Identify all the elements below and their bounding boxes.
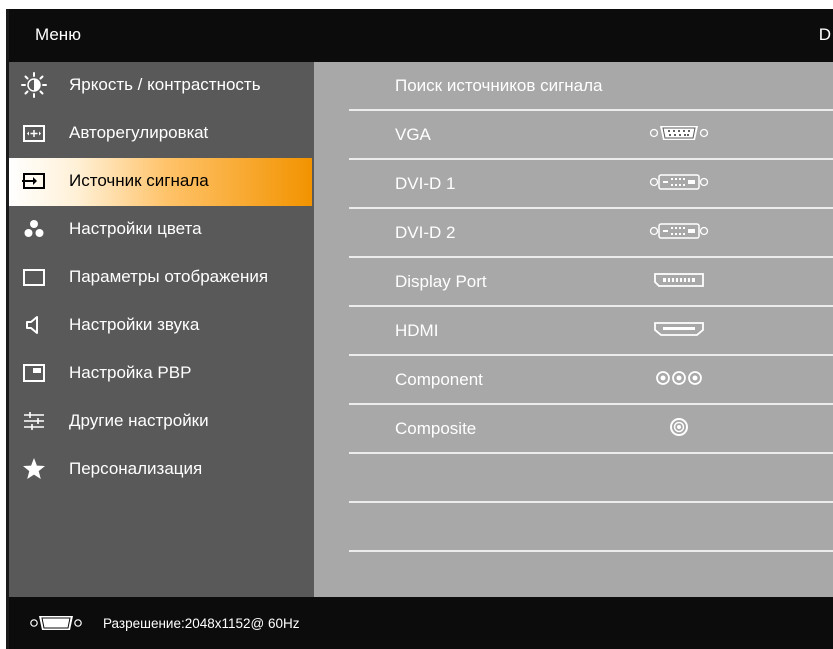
- source-label: Component: [395, 370, 483, 389]
- display-rect-icon: [21, 264, 47, 290]
- component-port-icon: [649, 367, 709, 389]
- composite-port-icon: [649, 416, 709, 438]
- sidebar-item-other-settings[interactable]: Другие настройки: [9, 398, 314, 446]
- displayport-icon: [649, 269, 709, 291]
- sidebar: Яркость / контрастность Авторегулировкat: [9, 62, 314, 597]
- sidebar-item-pbp-settings[interactable]: Настройка PBP: [9, 350, 314, 398]
- sliders-icon: [21, 408, 47, 434]
- sidebar-item-input-source[interactable]: Источник сигнала: [9, 158, 312, 206]
- sidebar-item-color-settings[interactable]: Настройки цвета: [9, 206, 314, 254]
- star-icon: [21, 456, 47, 482]
- vga-port-icon: [29, 613, 83, 633]
- sidebar-item-label: Настройки цвета: [69, 219, 202, 238]
- status-footer: Разрешение:2048x1152@ 60Hz: [9, 597, 833, 649]
- sidebar-item-display-settings[interactable]: Параметры отображения: [9, 254, 314, 302]
- color-dots-icon: [21, 216, 47, 242]
- sidebar-item-label: Источник сигнала: [69, 171, 209, 190]
- dvi-port-icon: [649, 220, 709, 242]
- sidebar-item-label: Авторегулировкat: [69, 123, 209, 142]
- sidebar-item-label: Яркость / контрастность: [69, 75, 261, 94]
- dvi-port-icon: [649, 171, 709, 193]
- input-source-icon: [21, 168, 47, 194]
- menu-title: Меню: [35, 25, 81, 44]
- source-row-hdmi[interactable]: HDMI: [349, 307, 833, 356]
- sidebar-item-auto-adjust[interactable]: Авторегулировкat: [9, 110, 314, 158]
- source-row-component[interactable]: Component: [349, 356, 833, 405]
- source-row-dvi-d-1[interactable]: DVI-D 1: [349, 160, 833, 209]
- sidebar-item-label: Параметры отображения: [69, 267, 269, 286]
- source-label: HDMI: [395, 321, 439, 340]
- source-label: DVI-D 1: [395, 174, 456, 193]
- sidebar-item-brightness-contrast[interactable]: Яркость / контрастность: [9, 62, 314, 110]
- pbp-icon: [21, 360, 47, 386]
- source-label: VGA: [395, 125, 431, 144]
- brand-label: D: [818, 25, 831, 44]
- source-row-dvi-d-2[interactable]: DVI-D 2: [349, 209, 833, 258]
- auto-adjust-icon: [21, 120, 47, 146]
- sidebar-item-audio-settings[interactable]: Настройки звука: [9, 302, 314, 350]
- empty-row: [349, 454, 833, 503]
- vga-port-icon: [649, 122, 709, 144]
- source-row-displayport[interactable]: Display Port: [349, 258, 833, 307]
- menu-header: Меню D: [9, 9, 833, 62]
- sidebar-item-label: Другие настройки: [69, 411, 209, 430]
- hdmi-port-icon: [649, 318, 709, 340]
- source-label: DVI-D 2: [395, 223, 456, 242]
- sidebar-item-personalize[interactable]: Персонализация: [9, 446, 314, 494]
- speaker-icon: [21, 312, 47, 338]
- resolution-readout: Разрешение:2048x1152@ 60Hz: [103, 616, 300, 631]
- source-label: Composite: [395, 419, 477, 438]
- source-label: Display Port: [395, 272, 487, 291]
- sidebar-item-label: Настройка PBP: [69, 363, 192, 382]
- brightness-icon: [21, 72, 47, 98]
- sidebar-item-label: Персонализация: [69, 459, 203, 478]
- empty-row: [349, 552, 833, 601]
- sidebar-item-label: Настройки звука: [69, 315, 200, 334]
- source-row-composite[interactable]: Composite: [349, 405, 833, 454]
- auto-source-search-label: Поиск источников сигнала: [395, 76, 603, 95]
- auto-source-search-row[interactable]: Поиск источников сигнала: [349, 62, 833, 111]
- input-source-panel: Поиск источников сигнала VGA DVI-D 1 DVI…: [314, 62, 833, 597]
- empty-row: [349, 503, 833, 552]
- osd-menu: Меню D Яркость / контрастность Авторегул…: [9, 9, 833, 649]
- source-row-vga[interactable]: VGA: [349, 111, 833, 160]
